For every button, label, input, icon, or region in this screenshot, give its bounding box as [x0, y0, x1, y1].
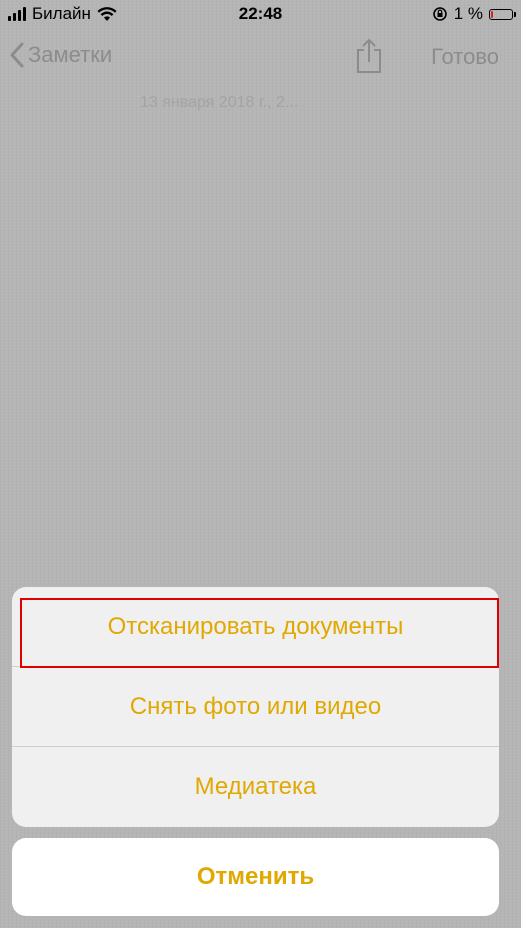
battery-icon	[489, 8, 516, 20]
note-date: 13 января 2018 г., 2...	[140, 94, 299, 111]
navigation-bar: Заметки Готово 13 января 2018 г., 2...	[0, 30, 521, 111]
battery-percent: 1 %	[453, 4, 483, 23]
media-library-button[interactable]: Медиатека	[12, 747, 499, 827]
action-sheet: Отсканировать документы Снять фото или в…	[12, 587, 499, 827]
back-label: Заметки	[28, 42, 113, 67]
status-right: 1 %	[432, 4, 516, 24]
share-icon[interactable]	[354, 38, 384, 74]
done-button[interactable]: Готово	[431, 44, 499, 70]
battery-level-fill	[491, 10, 493, 18]
back-button[interactable]: Заметки	[10, 42, 112, 68]
scan-documents-button[interactable]: Отсканировать документы	[12, 587, 499, 667]
take-photo-video-button[interactable]: Снять фото или видео	[12, 667, 499, 747]
status-bar: Билайн 22:48 1 %	[0, 0, 521, 30]
chevron-left-icon	[10, 42, 24, 68]
orientation-lock-icon	[432, 7, 447, 21]
cancel-button[interactable]: Отменить	[12, 838, 499, 916]
